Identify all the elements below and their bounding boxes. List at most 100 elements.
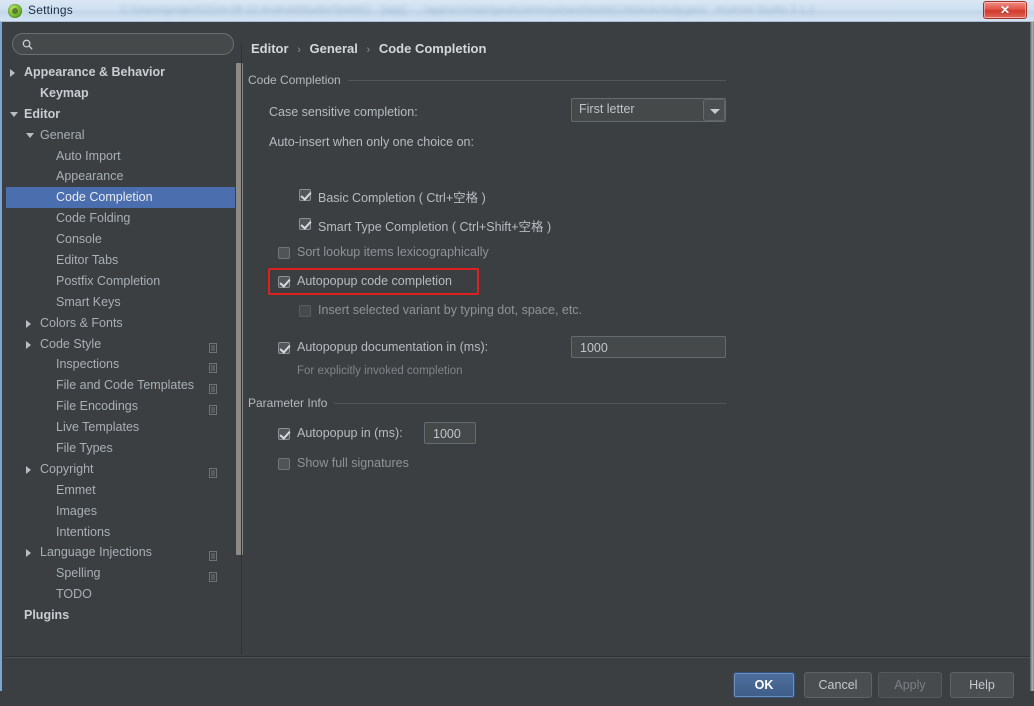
smart-type-completion-checkbox[interactable] (299, 218, 311, 230)
sidebar-item-live-templates[interactable]: Live Templates (6, 417, 235, 438)
window-title: Settings (28, 3, 73, 17)
sidebar-item-file-types[interactable]: File Types (6, 438, 235, 459)
sidebar-item-intentions[interactable]: Intentions (6, 522, 235, 543)
parameter-autopopup-input[interactable] (431, 423, 473, 445)
autopopup-documentation-hint-row: For explicitly invoked completion (297, 361, 463, 379)
sidebar-item-label: Appearance (56, 169, 124, 184)
auto-insert-label: Auto-insert when only one choice on: (269, 135, 474, 149)
settings-sidebar: Appearance & Behavior Keymap Editor General… (6, 30, 244, 655)
basic-completion-label: Basic Completion ( Ctrl+空格 ) (318, 191, 486, 205)
sidebar-item-inspections[interactable]: Inspections (6, 354, 235, 375)
sidebar-item-keymap[interactable]: Keymap (6, 83, 235, 104)
chevron-right-icon[interactable] (26, 319, 31, 328)
sidebar-item-label: File Types (56, 441, 113, 456)
sidebar-item-label: Editor Tabs (56, 253, 119, 268)
sidebar-item-file-and-code-templates[interactable]: File and Code Templates (6, 375, 235, 396)
settings-dialog: Appearance & Behavior Keymap Editor General… (0, 22, 1034, 698)
sidebar-item-auto-import[interactable]: Auto Import (6, 146, 235, 167)
sidebar-item-general[interactable]: General (6, 125, 235, 146)
autopopup-code-completion-checkbox[interactable] (278, 276, 290, 288)
sidebar-item-todo[interactable]: TODO (6, 584, 235, 605)
dialog-button-bar: OK Cancel Apply Help (2, 672, 1034, 706)
case-sensitive-dropdown[interactable]: First letter (571, 98, 726, 122)
sidebar-item-file-encodings[interactable]: File Encodings (6, 396, 235, 417)
sidebar-item-plugins[interactable]: Plugins (6, 605, 235, 626)
sidebar-item-label: Smart Keys (56, 294, 121, 309)
sort-lookup-checkbox[interactable] (278, 247, 290, 259)
apply-button: Apply (878, 672, 942, 698)
sidebar-item-code-folding[interactable]: Code Folding (6, 208, 235, 229)
chevron-down-icon[interactable] (26, 132, 34, 138)
sidebar-item-label: File Encodings (56, 399, 138, 414)
sidebar-item-label: Console (56, 232, 102, 247)
sidebar-item-label: Auto Import (56, 148, 121, 163)
scope-copy-icon (209, 401, 219, 416)
sidebar-item-label: Live Templates (56, 420, 140, 435)
settings-content-panel: Editor › General › Code Completion Code … (242, 30, 1028, 654)
sidebar-item-emmet[interactable]: Emmet (6, 480, 235, 501)
chevron-right-icon[interactable] (26, 549, 31, 558)
sidebar-item-spelling[interactable]: Spelling (6, 563, 235, 584)
android-studio-icon (8, 4, 22, 18)
sidebar-item-label: Language Injections (40, 545, 152, 560)
insert-selected-variant-label: Insert selected variant by typing dot, s… (318, 303, 583, 317)
parameter-autopopup-checkbox[interactable] (278, 428, 290, 440)
sidebar-item-appearance-behavior[interactable]: Appearance & Behavior (6, 62, 235, 83)
sidebar-item-label: Colors & Fonts (40, 315, 123, 330)
sidebar-item-copyright[interactable]: Copyright (6, 459, 235, 480)
cancel-button[interactable]: Cancel (804, 672, 872, 698)
sidebar-item-console[interactable]: Console (6, 229, 235, 250)
sidebar-item-label: General (40, 127, 85, 142)
chevron-down-icon[interactable] (10, 111, 18, 117)
section-title-parameter-info: Parameter Info (248, 396, 335, 410)
chevron-right-icon[interactable] (26, 465, 31, 474)
auto-insert-label-row: Auto-insert when only one choice on: (269, 133, 474, 151)
sidebar-item-label: Plugins (24, 608, 70, 623)
breadcrumb-item-general[interactable]: General (309, 41, 357, 56)
autopopup-documentation-input[interactable] (578, 337, 723, 359)
sort-lookup-label: Sort lookup items lexicographically (297, 245, 489, 259)
insert-selected-variant-checkbox (299, 305, 311, 317)
sidebar-item-label: Code Completion (56, 190, 153, 205)
case-sensitive-label: Case sensitive completion: (269, 105, 418, 119)
scope-copy-icon (209, 339, 219, 353)
sidebar-item-postfix-completion[interactable]: Postfix Completion (6, 271, 235, 292)
chevron-down-icon[interactable] (703, 99, 725, 121)
sidebar-item-appearance[interactable]: Appearance (6, 166, 235, 187)
sidebar-item-label: Emmet (56, 482, 96, 497)
sidebar-item-code-completion[interactable]: Code Completion (6, 187, 235, 209)
sidebar-item-language-injections[interactable]: Language Injections (6, 542, 235, 563)
sidebar-item-label: TODO (56, 587, 92, 602)
help-button[interactable]: Help (950, 672, 1014, 698)
ok-button[interactable]: OK (733, 672, 795, 698)
sidebar-item-editor[interactable]: Editor (6, 104, 235, 125)
search-input[interactable] (39, 36, 229, 55)
basic-completion-checkbox[interactable] (299, 189, 311, 201)
breadcrumb-separator: › (297, 44, 301, 56)
sidebar-item-editor-tabs[interactable]: Editor Tabs (6, 250, 235, 271)
sidebar-item-label: Keymap (40, 85, 89, 100)
scope-copy-icon (209, 380, 219, 395)
sidebar-item-label: Code Style (40, 336, 102, 351)
search-box[interactable] (12, 33, 234, 55)
breadcrumb-item-code-completion: Code Completion (378, 41, 487, 56)
chevron-right-icon[interactable] (10, 69, 15, 77)
settings-dialog-window: Settings C:\Users\project\2019-08-10 And… (0, 0, 1034, 698)
breadcrumb: Editor › General › Code Completion (251, 41, 486, 56)
sidebar-item-code-style[interactable]: Code Style (6, 334, 235, 355)
autopopup-code-completion-label: Autopopup code completion (297, 274, 452, 288)
sidebar-item-images[interactable]: Images (6, 501, 235, 522)
sidebar-item-label: Inspections (56, 357, 120, 372)
chevron-right-icon[interactable] (26, 340, 31, 349)
settings-tree[interactable]: Appearance & Behavior Keymap Editor General… (6, 62, 235, 650)
breadcrumb-item-editor[interactable]: Editor (251, 41, 289, 56)
autopopup-documentation-field[interactable] (571, 336, 726, 359)
close-button[interactable]: ✕ (983, 1, 1027, 19)
autopopup-documentation-checkbox[interactable] (278, 342, 290, 354)
parameter-autopopup-field[interactable] (424, 422, 476, 445)
show-full-signatures-checkbox[interactable] (278, 458, 290, 470)
scope-copy-icon (209, 547, 219, 562)
sidebar-item-colors-fonts[interactable]: Colors & Fonts (6, 313, 235, 334)
sidebar-item-label: Images (56, 503, 97, 518)
sidebar-item-smart-keys[interactable]: Smart Keys (6, 292, 235, 313)
